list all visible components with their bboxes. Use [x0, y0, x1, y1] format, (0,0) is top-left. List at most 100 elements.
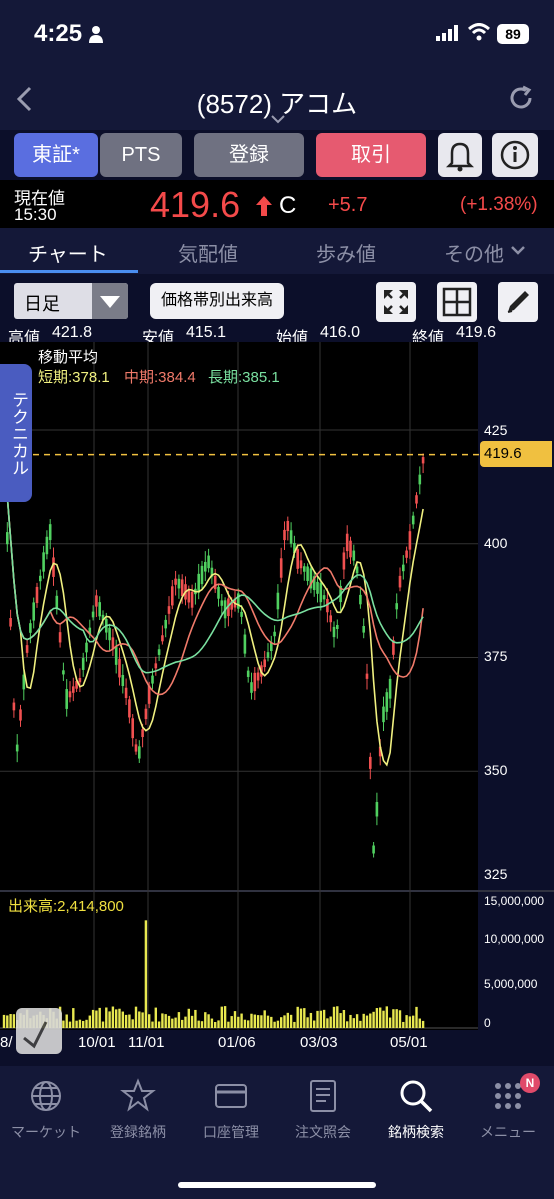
nav-label: メニュー	[480, 1124, 536, 1140]
volume-bar	[144, 920, 148, 1028]
candle-body	[85, 642, 88, 653]
layout-button[interactable]	[437, 282, 477, 322]
volume-bar	[75, 1020, 78, 1028]
cellular-signal-icon	[436, 25, 458, 41]
close-value: 419.6	[456, 324, 497, 341]
volume-tick-label: 0	[484, 1016, 491, 1030]
volume-bar	[398, 1010, 402, 1028]
candle-body	[408, 531, 412, 550]
date-tick-label: 10/01	[78, 1034, 116, 1051]
nav-watchlist[interactable]: 登録銘柄	[92, 1078, 184, 1148]
tab-chart[interactable]: チャート	[28, 238, 108, 267]
candle-body	[336, 624, 339, 630]
candle-body	[9, 618, 12, 627]
candle-body	[95, 595, 98, 607]
volume-bar	[148, 1014, 151, 1028]
chevron-down-icon[interactable]	[510, 244, 526, 256]
chart-scroll-handle[interactable]	[16, 1008, 62, 1054]
candle-body	[134, 744, 138, 752]
nav-label: マーケット	[11, 1124, 81, 1140]
volume-bar	[157, 1021, 161, 1028]
candle-body	[167, 606, 171, 614]
volume-bar	[415, 1006, 418, 1028]
price-tick-label: 425	[484, 422, 508, 438]
date-tick-label: 01/06	[218, 1034, 256, 1051]
technical-tab-label: テクニカル	[9, 390, 28, 476]
nav-stock-search[interactable]: 銘柄検索	[370, 1078, 462, 1148]
candle-body	[81, 658, 85, 670]
volume-bar	[395, 1009, 398, 1028]
volume-bar	[108, 1011, 111, 1028]
tse-market-button[interactable]: 東証*	[14, 133, 98, 177]
candle-body	[243, 634, 247, 654]
candle-body	[365, 673, 369, 679]
volume-bar	[214, 1021, 217, 1028]
candle-body	[362, 626, 365, 633]
tab-time-and-sales[interactable]: 歩み値	[316, 238, 376, 267]
volume-bar	[359, 1020, 362, 1028]
candle-body	[385, 692, 389, 712]
candle-body	[39, 575, 42, 582]
search-icon	[400, 1080, 433, 1113]
candle-body	[395, 603, 398, 610]
candle-body	[151, 675, 154, 684]
candle-body	[207, 555, 210, 569]
volume-bar	[280, 1017, 283, 1028]
refresh-icon[interactable]	[508, 85, 534, 111]
volume-bar	[243, 1019, 247, 1028]
globe-icon	[31, 1081, 61, 1111]
volume-bar	[388, 1017, 392, 1028]
volume-bar	[402, 1021, 405, 1028]
volume-bar	[88, 1015, 91, 1028]
candle-body	[256, 672, 260, 681]
volume-bar	[326, 1018, 329, 1028]
volume-bar	[227, 1021, 230, 1028]
candle-body	[411, 515, 415, 525]
volume-bar	[342, 1009, 346, 1028]
volume-bar	[276, 1020, 280, 1028]
volume-bar	[177, 1012, 181, 1028]
volume-bar	[230, 1016, 233, 1028]
candle-body	[35, 586, 39, 604]
date-tick-label: 05/01	[390, 1034, 428, 1051]
tab-quotes[interactable]: 気配値	[178, 238, 238, 267]
volume-bar	[392, 1009, 395, 1028]
price-change: +5.7	[328, 194, 368, 216]
close-price-flag: C	[279, 192, 297, 219]
volume-profile-button[interactable]: 価格帯別出来高	[150, 283, 284, 319]
trade-button[interactable]: 取引	[316, 133, 426, 177]
fullscreen-button[interactable]	[376, 282, 416, 322]
info-button[interactable]	[492, 133, 538, 177]
candle-body	[253, 672, 257, 692]
pts-market-button[interactable]: PTS	[100, 133, 182, 177]
nav-account[interactable]: 口座管理	[185, 1078, 277, 1148]
price-chart[interactable]	[0, 342, 554, 1062]
candle-body	[121, 674, 125, 687]
draw-button[interactable]	[498, 282, 538, 322]
candle-body	[303, 566, 306, 572]
volume-bar	[223, 1006, 227, 1028]
volume-bar	[204, 1012, 207, 1028]
info-icon	[500, 140, 530, 170]
tab-other[interactable]: その他	[444, 238, 504, 267]
nav-market[interactable]: マーケット	[0, 1078, 92, 1148]
volume-bar	[339, 1013, 342, 1028]
volume-bar	[303, 1008, 306, 1028]
volume-label: 出来高:2,414,800	[8, 898, 124, 915]
period-dropdown-button[interactable]	[92, 283, 128, 319]
volume-bar	[296, 1006, 299, 1028]
volume-bar	[9, 1014, 12, 1028]
volume-bar	[283, 1015, 286, 1028]
nav-orders[interactable]: 注文照会	[277, 1078, 369, 1148]
volume-bar	[336, 1006, 339, 1028]
ma-long-value: 長期:385.1	[208, 369, 280, 386]
alert-button[interactable]	[438, 133, 482, 177]
volume-bar	[313, 1020, 316, 1028]
bell-icon	[445, 142, 475, 172]
nav-menu[interactable]: メニュー	[462, 1078, 554, 1148]
register-button[interactable]: 登録	[194, 133, 304, 177]
candle-body	[283, 529, 286, 541]
chevron-down-icon[interactable]	[270, 114, 286, 124]
volume-bar	[349, 1014, 352, 1028]
menu-notification-badge: N	[520, 1073, 540, 1093]
